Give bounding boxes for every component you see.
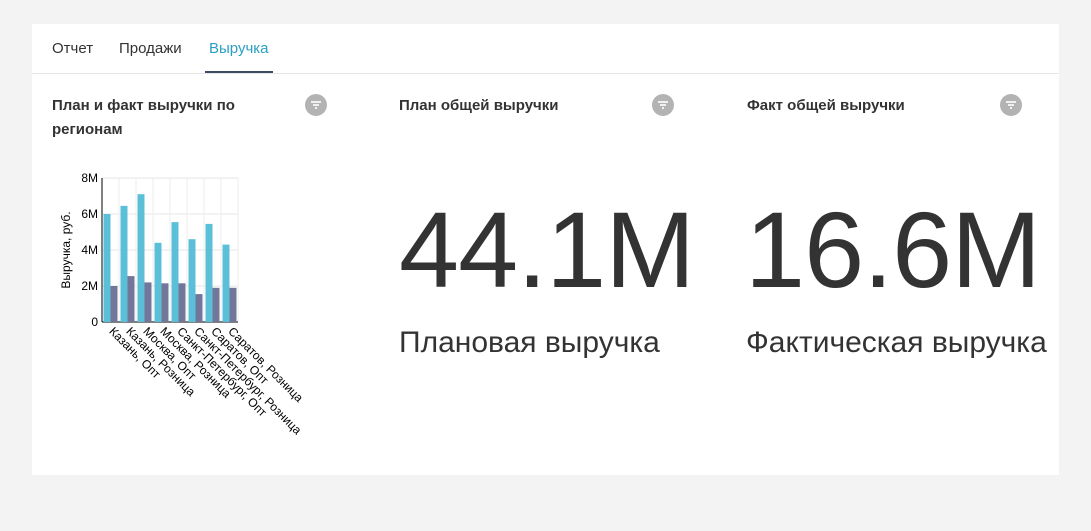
tab-sales[interactable]: Продажи <box>119 40 182 57</box>
tab-bar: Отчет Продажи Выручка <box>32 24 1059 74</box>
plan-bar <box>137 194 145 322</box>
fact-bar <box>161 283 169 322</box>
tab-revenue[interactable]: Выручка <box>209 40 269 57</box>
plan-bar <box>205 223 213 322</box>
plan-widget-title: План общей выручки <box>399 97 559 114</box>
plan-kpi-label: Плановая выручка <box>399 326 660 359</box>
plan-bar <box>171 222 179 322</box>
plan-bar <box>120 205 128 322</box>
y-axis-label: Выручка, руб. <box>59 211 73 288</box>
y-tick-label: 4M <box>81 243 98 257</box>
plan-bar <box>188 239 196 322</box>
y-tick-label: 0 <box>91 315 98 329</box>
plan-bar <box>103 214 111 322</box>
plan-filter-button[interactable] <box>652 94 674 116</box>
fact-kpi-label: Фактическая выручка <box>746 326 1047 359</box>
fact-bar <box>178 283 186 322</box>
fact-widget-title: Факт общей выручки <box>747 97 905 114</box>
active-tab-indicator <box>205 71 273 73</box>
revenue-bar-chart: 02M4M6M8MВыручка, руб.Казань, ОптКазань,… <box>59 171 306 437</box>
fact-bar <box>144 282 152 322</box>
y-tick-label: 8M <box>81 171 98 185</box>
chart-filter-button[interactable] <box>305 94 327 116</box>
chart-widget-title: План и факт выручки по регионам <box>52 97 235 138</box>
plan-bar <box>222 244 230 322</box>
y-tick-label: 6M <box>81 207 98 221</box>
fact-bar <box>229 287 237 322</box>
plan-kpi-value: 44.1M <box>399 189 695 310</box>
fact-bar <box>110 286 118 322</box>
dashboard-card: Отчет Продажи Выручка План и факт выручк… <box>32 24 1059 475</box>
fact-bar <box>195 294 203 322</box>
filter-icon <box>658 101 668 109</box>
tab-report[interactable]: Отчет <box>52 40 93 57</box>
fact-bar <box>127 276 135 322</box>
fact-kpi-value: 16.6M <box>745 189 1041 310</box>
fact-filter-button[interactable] <box>1000 94 1022 116</box>
filter-icon <box>1006 101 1016 109</box>
plan-bar <box>154 242 162 322</box>
filter-icon <box>311 101 321 109</box>
y-tick-label: 2M <box>81 279 98 293</box>
fact-bar <box>212 287 220 322</box>
